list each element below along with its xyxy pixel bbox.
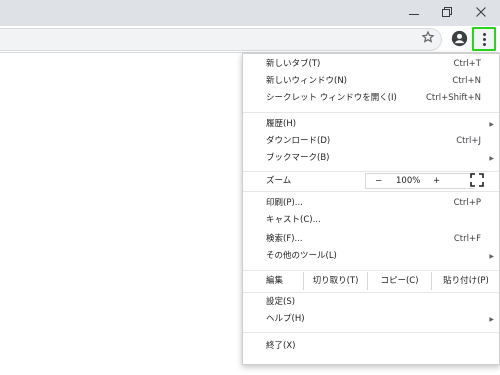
fullscreen-button[interactable]: [470, 173, 484, 187]
menu-divider: [243, 112, 499, 113]
menu-item-label: 新しいウィンドウ(N): [266, 76, 347, 86]
fullscreen-icon: [470, 173, 484, 187]
menu-divider: [243, 332, 499, 333]
menu-item-help[interactable]: ヘルプ(H) ▶: [243, 311, 499, 328]
menu-item-label: 新しいタブ(T): [266, 59, 321, 69]
chrome-main-menu: 新しいタブ(T) Ctrl+T 新しいウィンドウ(N) Ctrl+N シークレッ…: [242, 53, 500, 365]
menu-item-label: ブックマーク(B): [266, 153, 330, 163]
menu-item-downloads[interactable]: ダウンロード(D) Ctrl+J: [243, 133, 499, 150]
menu-item-settings[interactable]: 設定(S): [243, 294, 499, 311]
zoom-level: 100%: [396, 176, 421, 186]
menu-item-label: その他のツール(L): [266, 251, 337, 261]
minimize-button[interactable]: [399, 0, 429, 24]
more-vertical-icon-dot: [482, 37, 486, 41]
menu-item-shortcut: Ctrl+J: [456, 136, 481, 146]
account-icon: [451, 30, 468, 47]
menu-item-label: ダウンロード(D): [266, 136, 331, 146]
menu-item-shortcut: Ctrl+Shift+N: [425, 93, 481, 103]
zoom-label: ズーム: [266, 176, 292, 186]
menu-item-shortcut: Ctrl+F: [453, 234, 481, 244]
address-bar[interactable]: [0, 28, 442, 51]
restore-icon: [442, 7, 452, 17]
menu-edit-row: 編集 切り取り(T) コピー(C) 貼り付け(P): [243, 272, 499, 290]
submenu-arrow-icon: ▶: [489, 121, 494, 128]
menu-item-more-tools[interactable]: その他のツール(L) ▶: [243, 248, 499, 265]
submenu-arrow-icon: ▶: [489, 253, 494, 260]
menu-item-find[interactable]: 検索(F)... Ctrl+F: [243, 231, 499, 248]
copy-button[interactable]: コピー(C): [367, 272, 431, 290]
more-vertical-icon: [482, 32, 486, 36]
zoom-out-button[interactable]: −: [375, 172, 382, 190]
bookmark-star-button[interactable]: [420, 30, 436, 46]
menu-item-incognito[interactable]: シークレット ウィンドウを開く(I) Ctrl+Shift+N: [243, 90, 499, 107]
menu-item-shortcut: Ctrl+N: [452, 76, 481, 86]
minimize-icon: [409, 13, 419, 15]
chrome-menu-button[interactable]: [472, 27, 496, 51]
menu-item-label: 印刷(P)...: [266, 198, 303, 208]
menu-item-shortcut: Ctrl+T: [453, 59, 481, 69]
menu-item-history[interactable]: 履歴(H) ▶: [243, 116, 499, 133]
menu-item-bookmarks[interactable]: ブックマーク(B) ▶: [243, 150, 499, 167]
zoom-in-button[interactable]: +: [433, 172, 440, 190]
menu-item-shortcut: Ctrl+P: [453, 198, 481, 208]
menu-item-label: 設定(S): [266, 297, 296, 307]
menu-item-label: ヘルプ(H): [266, 314, 305, 324]
menu-item-cast[interactable]: キャスト(C)...: [243, 212, 499, 229]
menu-item-label: キャスト(C)...: [266, 215, 321, 225]
star-icon: [421, 30, 435, 43]
browser-toolbar: [0, 26, 500, 53]
menu-item-new-window[interactable]: 新しいウィンドウ(N) Ctrl+N: [243, 73, 499, 90]
menu-divider: [243, 270, 499, 271]
submenu-arrow-icon: ▶: [489, 155, 494, 162]
restore-button[interactable]: [432, 0, 462, 24]
menu-zoom-row: ズーム − 100% +: [243, 172, 499, 190]
menu-item-label: 検索(F)...: [266, 234, 303, 244]
menu-item-label: 履歴(H): [266, 119, 297, 129]
submenu-arrow-icon: ▶: [489, 316, 494, 323]
menu-item-label: シークレット ウィンドウを開く(I): [266, 93, 397, 103]
menu-item-label: 終了(X): [266, 341, 296, 351]
menu-divider: [243, 292, 499, 293]
more-vertical-icon-dot: [482, 42, 486, 46]
close-icon: [476, 7, 486, 17]
paste-button[interactable]: 貼り付け(P): [431, 272, 500, 290]
close-window-button[interactable]: [466, 0, 496, 24]
edit-label: 編集: [266, 276, 284, 286]
window-title-bar: [0, 0, 500, 26]
menu-divider: [243, 191, 499, 192]
menu-item-print[interactable]: 印刷(P)... Ctrl+P: [243, 195, 499, 212]
menu-item-new-tab[interactable]: 新しいタブ(T) Ctrl+T: [243, 56, 499, 73]
profile-button[interactable]: [451, 30, 468, 47]
cut-button[interactable]: 切り取り(T): [303, 272, 367, 290]
menu-item-exit[interactable]: 終了(X): [243, 338, 499, 355]
